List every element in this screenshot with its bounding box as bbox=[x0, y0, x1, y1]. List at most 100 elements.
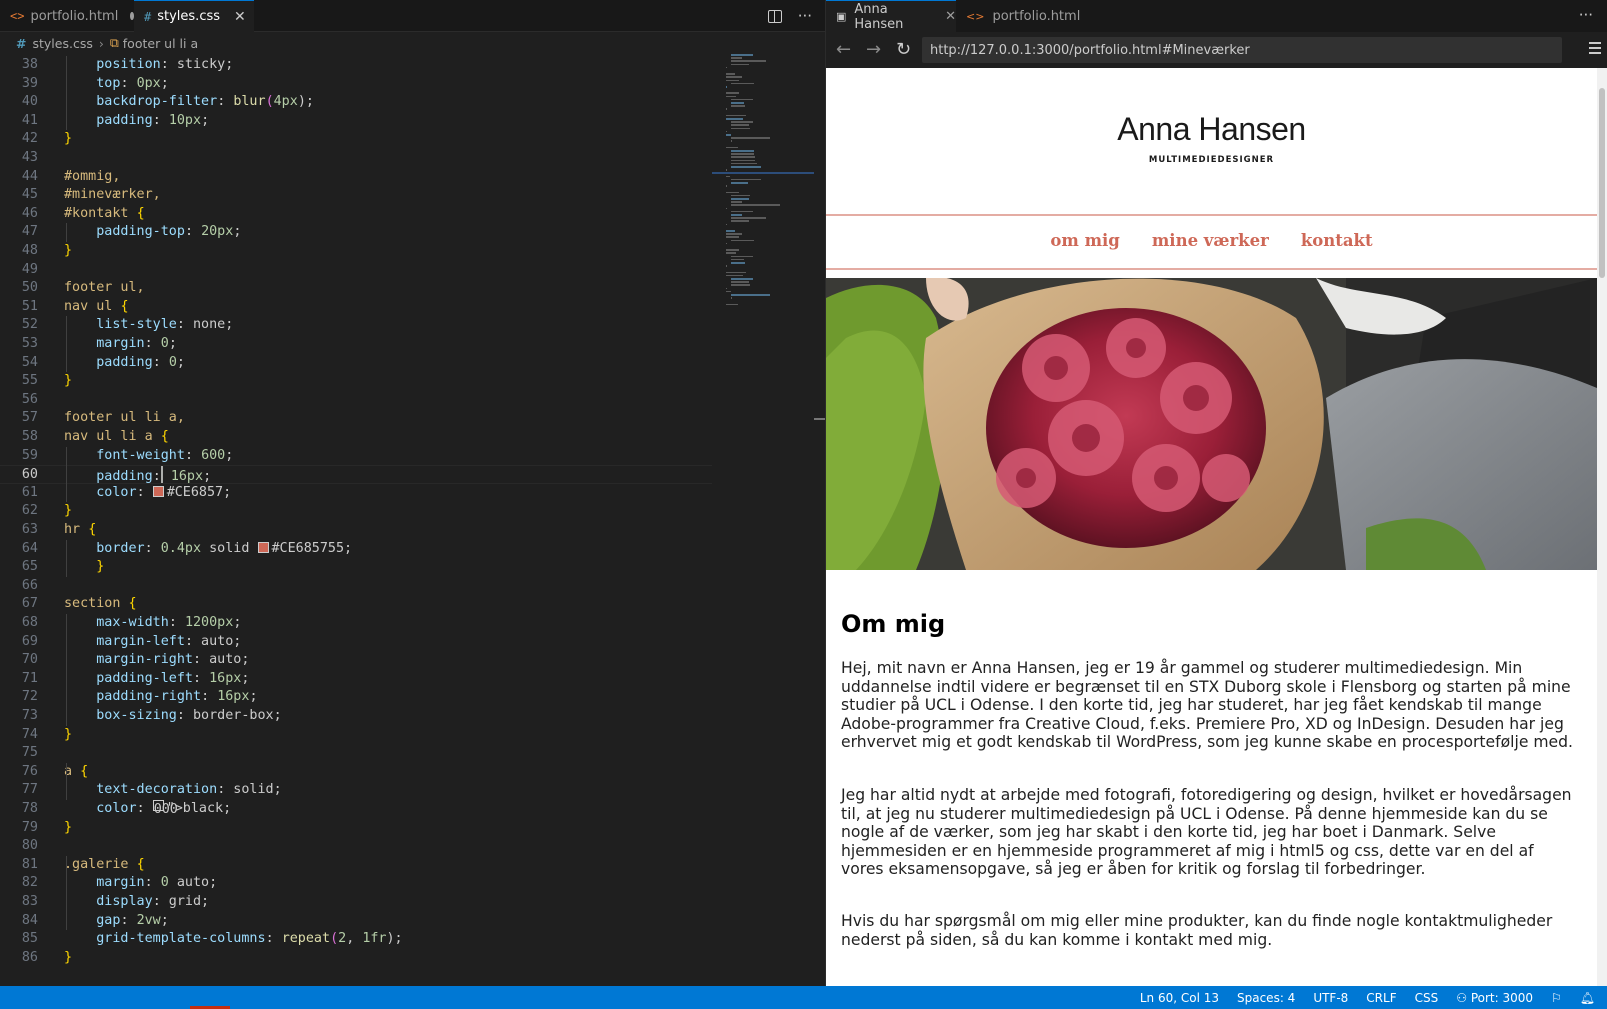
minimap-viewport[interactable] bbox=[712, 172, 814, 174]
minimap-line bbox=[730, 162, 757, 165]
code-line[interactable]: 63 hr { bbox=[0, 521, 712, 540]
tab-portfolio-html[interactable]: <> portfolio.html bbox=[0, 0, 134, 32]
code-line[interactable]: 40 backdrop-filter: blur(4px); bbox=[0, 93, 712, 112]
tab-portfolio-html[interactable]: <> portfolio.html bbox=[956, 0, 1086, 32]
minimap-line bbox=[726, 230, 736, 232]
minimap-line bbox=[726, 252, 737, 254]
remote-indicator[interactable] bbox=[0, 986, 18, 1009]
nav-link-kontakt[interactable]: kontakt bbox=[1301, 231, 1373, 250]
code-line[interactable]: 72 padding-right: 16px; bbox=[0, 688, 712, 707]
breadcrumb-file[interactable]: styles.css bbox=[32, 36, 92, 51]
scrollbar-thumb[interactable] bbox=[1599, 88, 1605, 278]
code-line[interactable]: 56 bbox=[0, 391, 712, 410]
line-number: 79 bbox=[21, 819, 38, 835]
code-line[interactable]: 76 a { bbox=[0, 763, 712, 782]
code-line[interactable]: 85 grid-template-columns: repeat(2, 1fr)… bbox=[0, 930, 712, 949]
code-line[interactable]: 71 padding-left: 16px; bbox=[0, 670, 712, 689]
minimap-line bbox=[730, 121, 753, 123]
nav-link-om-mig[interactable]: om mig bbox=[1050, 231, 1119, 250]
code-line[interactable]: 38 position: sticky; bbox=[0, 56, 712, 75]
code-line[interactable]: 79} bbox=[0, 819, 712, 838]
indentation[interactable]: Spaces: 4 bbox=[1237, 991, 1295, 1005]
code-line[interactable]: 84 gap: 2vw; bbox=[0, 912, 712, 931]
code-line[interactable]: 69 margin-left: auto; bbox=[0, 633, 712, 652]
language-mode[interactable]: CSS bbox=[1415, 991, 1439, 1005]
code-line[interactable]: 74} bbox=[0, 726, 712, 745]
code-text: border: 0.4px solid #CE685755; bbox=[96, 540, 353, 556]
code-line[interactable]: 62} bbox=[0, 502, 712, 521]
feedback-icon[interactable]: ⚐ bbox=[1551, 991, 1562, 1005]
back-arrow-icon[interactable]: ← bbox=[836, 39, 851, 60]
line-endings[interactable]: CRLF bbox=[1366, 991, 1396, 1005]
code-line[interactable]: 57 footer ul li a, bbox=[0, 409, 712, 428]
code-line[interactable]: 67 section { bbox=[0, 595, 712, 614]
code-line[interactable]: 44 #ommig, bbox=[0, 168, 712, 187]
cursor-position[interactable]: Ln 60, Col 13 bbox=[1140, 991, 1219, 1005]
close-icon[interactable]: ✕ bbox=[234, 9, 246, 25]
line-number: 71 bbox=[21, 670, 38, 686]
preview-icon: ▣ bbox=[836, 10, 847, 23]
code-line[interactable]: 80 bbox=[0, 837, 712, 856]
code-line[interactable]: 81 .galerie { bbox=[0, 856, 712, 875]
page-scrollbar[interactable] bbox=[1597, 68, 1607, 986]
forward-arrow-icon[interactable]: → bbox=[866, 39, 881, 60]
code-line[interactable]: 86} bbox=[0, 949, 712, 968]
broadcast-icon: ⚇ bbox=[1456, 990, 1471, 1005]
more-actions-icon[interactable]: ··· bbox=[1579, 6, 1593, 24]
code-line[interactable]: 47 padding-top: 20px; bbox=[0, 223, 712, 242]
nav-link-mine-vaerker[interactable]: mine værker bbox=[1152, 231, 1269, 250]
url-input[interactable]: http://127.0.0.1:3000/portfolio.html#Min… bbox=[922, 37, 1562, 63]
code-line[interactable]: 55} bbox=[0, 372, 712, 391]
code-line[interactable]: 73 box-sizing: border-box; bbox=[0, 707, 712, 726]
minimap[interactable] bbox=[726, 54, 816, 314]
webpage: Anna Hansen MULTIMEDIEDESIGNER om mig mi… bbox=[826, 68, 1597, 986]
code-line[interactable]: 65 } bbox=[0, 558, 712, 577]
code-line[interactable]: 52 list-style: none; bbox=[0, 316, 712, 335]
notifications-bell-icon[interactable]: 🔔︎ bbox=[1580, 991, 1595, 1005]
code-line[interactable]: 45 #mineværker, bbox=[0, 186, 712, 205]
code-line[interactable]: 61 color: #CE6857; bbox=[0, 484, 712, 503]
code-line[interactable]: 66 bbox=[0, 577, 712, 596]
code-line[interactable]: 54 padding: 0; bbox=[0, 354, 712, 373]
code-line[interactable]: 78 color: 000">black; bbox=[0, 800, 712, 819]
tab-styles-css[interactable]: # styles.css ✕ bbox=[134, 0, 254, 32]
code-line[interactable]: 39 top: 0px; bbox=[0, 75, 712, 94]
url-text: http://127.0.0.1:3000/portfolio.html#Min… bbox=[930, 42, 1250, 58]
code-line[interactable]: 48} bbox=[0, 242, 712, 261]
reload-icon[interactable]: ↻ bbox=[896, 39, 911, 60]
encoding[interactable]: UTF-8 bbox=[1313, 991, 1348, 1005]
hamburger-menu-icon[interactable] bbox=[1589, 42, 1601, 54]
tab-anna-hansen-preview[interactable]: ▣ Anna Hansen ✕ bbox=[826, 0, 956, 32]
more-actions-icon[interactable]: ··· bbox=[798, 7, 812, 25]
code-line[interactable]: 64 border: 0.4px solid #CE685755; bbox=[0, 540, 712, 559]
code-area[interactable]: 38 position: sticky; 39 top: 0px; 40 backd… bbox=[0, 56, 712, 986]
minimap-line bbox=[730, 124, 749, 126]
code-line[interactable]: 68 max-width: 1200px; bbox=[0, 614, 712, 633]
code-line[interactable]: 77 text-decoration: solid; bbox=[0, 781, 712, 800]
close-icon[interactable]: ✕ bbox=[945, 9, 956, 24]
code-line[interactable]: 70 margin-right: auto; bbox=[0, 651, 712, 670]
code-line[interactable]: 83 display: grid; bbox=[0, 893, 712, 912]
line-number: 83 bbox=[21, 894, 38, 909]
live-server-port[interactable]: ⚇ Port: 3000 bbox=[1456, 991, 1533, 1005]
code-line[interactable]: 46 #kontakt { bbox=[0, 205, 712, 224]
line-number: 48 bbox=[21, 243, 38, 258]
breadcrumb-symbol[interactable]: footer ul li a bbox=[123, 36, 198, 51]
code-line[interactable]: 42} bbox=[0, 130, 712, 149]
code-line[interactable]: 59 font-weight: 600; bbox=[0, 447, 712, 466]
code-line[interactable]: 60 padding: 16px; bbox=[0, 465, 712, 484]
code-line[interactable]: 75 bbox=[0, 744, 712, 763]
code-text: box-sizing: border-box; bbox=[96, 708, 282, 723]
code-line[interactable]: 43 bbox=[0, 149, 712, 168]
split-editor-icon[interactable] bbox=[767, 9, 782, 23]
code-line[interactable]: 49 bbox=[0, 261, 712, 280]
code-line[interactable]: 82 margin: 0 auto; bbox=[0, 874, 712, 893]
code-line[interactable]: 51 nav ul { bbox=[0, 298, 712, 317]
code-line[interactable]: 41 padding: 10px; bbox=[0, 112, 712, 131]
code-text: nav ul li a { bbox=[64, 429, 169, 444]
code-line[interactable]: 58 nav ul li a { bbox=[0, 428, 712, 447]
indent-guide bbox=[66, 446, 67, 503]
minimap-line bbox=[726, 66, 728, 69]
code-line[interactable]: 50 footer ul, bbox=[0, 279, 712, 298]
code-line[interactable]: 53 margin: 0; bbox=[0, 335, 712, 354]
